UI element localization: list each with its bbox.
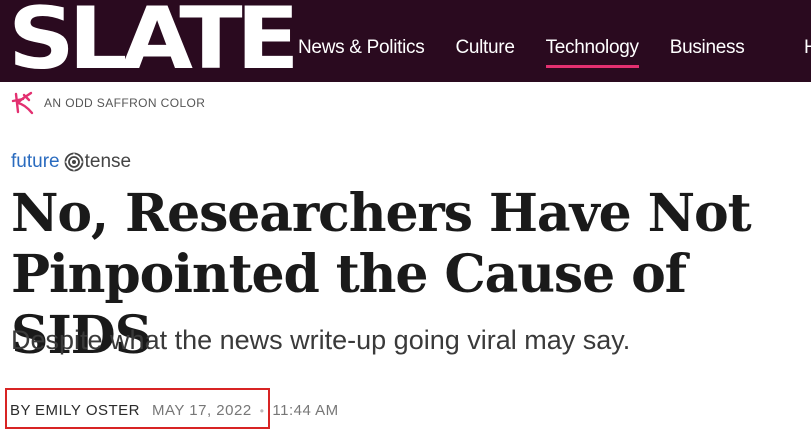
sponsor-label: AN ODD SAFFRON COLOR [44, 96, 206, 110]
article-dek: Despite what the news write-up going vir… [11, 325, 631, 355]
top-navigation-bar: SLATE News & Politics Culture Technology… [0, 0, 811, 82]
author-link[interactable]: EMILY OSTER [35, 402, 140, 419]
byline-separator: • [259, 403, 265, 418]
saffron-flower-icon [11, 91, 34, 115]
brand-future-text: future [11, 151, 60, 172]
sponsor-tag[interactable]: AN ODD SAFFRON COLOR [10, 90, 205, 116]
nav-item-technology[interactable]: Technology [545, 37, 639, 68]
main-nav: News & Politics Culture Technology Busin… [298, 37, 745, 68]
nav-item-culture[interactable]: Culture [455, 37, 514, 59]
nav-item-news-politics[interactable]: News & Politics [298, 37, 425, 59]
page: SLATE News & Politics Culture Technology… [0, 0, 811, 436]
nav-item-overflow[interactable]: H [804, 37, 811, 59]
brand-tense-text: tense [84, 151, 132, 172]
byline-prefix: BY [10, 402, 32, 419]
future-tense-brand[interactable]: future tense [11, 151, 131, 173]
publish-date: MAY 17, 2022 [152, 402, 252, 419]
article-byline: BY EMILY OSTER MAY 17, 2022 • 11:44 AM [10, 402, 339, 419]
publish-time: 11:44 AM [272, 402, 339, 419]
slate-logo[interactable]: SLATE [8, 0, 300, 82]
nav-item-business[interactable]: Business [670, 37, 745, 59]
future-tense-logo-icon [64, 152, 83, 172]
